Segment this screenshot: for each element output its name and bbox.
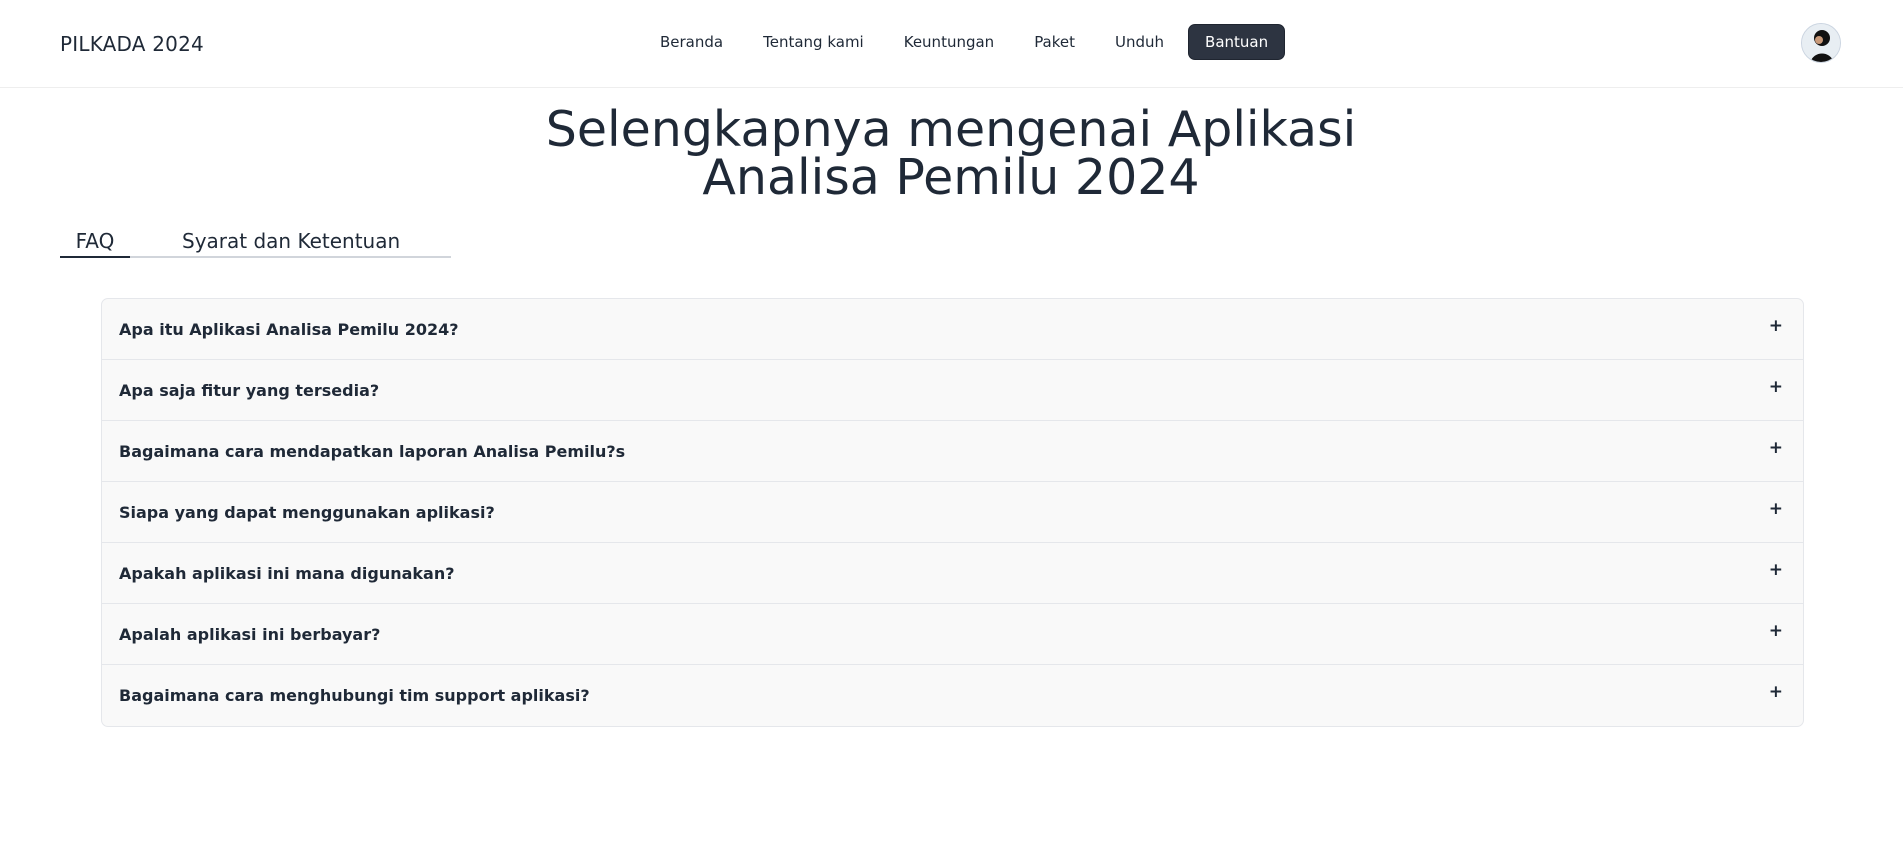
tab-syarat-dan-ketentuan[interactable]: Syarat dan Ketentuan	[182, 224, 400, 258]
nav-item-bantuan[interactable]: Bantuan	[1188, 24, 1286, 60]
page-title: Selengkapnya mengenai Aplikasi Analisa P…	[451, 105, 1451, 202]
plus-icon[interactable]: +	[1769, 684, 1783, 701]
plus-icon[interactable]: +	[1769, 622, 1783, 640]
faq-question: Apa itu Aplikasi Analisa Pemilu 2024?	[119, 319, 459, 339]
faq-item[interactable]: Apa saja fitur yang tersedia? +	[102, 360, 1803, 421]
tab-faq[interactable]: FAQ	[60, 224, 130, 258]
main-nav: Beranda Tentang kami Keuntungan Paket Un…	[644, 24, 1293, 60]
faq-question: Apa saja fitur yang tersedia?	[119, 380, 380, 400]
content-tabs: FAQ Syarat dan Ketentuan	[60, 224, 451, 258]
page-title-line-2: Analisa Pemilu 2024	[702, 149, 1200, 206]
faq-question: Apakah aplikasi ini mana digunakan?	[119, 563, 455, 583]
faq-item[interactable]: Apa itu Aplikasi Analisa Pemilu 2024? +	[102, 299, 1803, 360]
brand-logo-text[interactable]: PILKADA 2024	[60, 30, 204, 58]
navbar: PILKADA 2024 Beranda Tentang kami Keuntu…	[0, 0, 1903, 88]
faq-question: Bagaimana cara mendapatkan laporan Anali…	[119, 441, 626, 461]
faq-item[interactable]: Bagaimana cara menghubungi tim support a…	[102, 665, 1803, 726]
faq-question: Apalah aplikasi ini berbayar?	[119, 624, 381, 644]
avatar-image-icon	[1802, 24, 1840, 62]
nav-item-tentang-kami[interactable]: Tentang kami	[747, 24, 880, 60]
plus-icon[interactable]: +	[1769, 561, 1783, 579]
faq-item[interactable]: Apalah aplikasi ini berbayar? +	[102, 604, 1803, 665]
faq-item[interactable]: Bagaimana cara mendapatkan laporan Anali…	[102, 421, 1803, 482]
nav-item-beranda[interactable]: Beranda	[644, 24, 739, 60]
faq-question: Siapa yang dapat menggunakan aplikasi?	[119, 502, 495, 522]
plus-icon[interactable]: +	[1769, 317, 1783, 335]
faq-item[interactable]: Apakah aplikasi ini mana digunakan? +	[102, 543, 1803, 604]
user-avatar[interactable]	[1801, 23, 1841, 63]
nav-item-unduh[interactable]: Unduh	[1099, 24, 1180, 60]
faq-question: Bagaimana cara menghubungi tim support a…	[119, 686, 590, 705]
faq-accordion: Apa itu Aplikasi Analisa Pemilu 2024? + …	[101, 298, 1804, 727]
nav-item-keuntungan[interactable]: Keuntungan	[888, 24, 1010, 60]
plus-icon[interactable]: +	[1769, 439, 1783, 457]
faq-item[interactable]: Siapa yang dapat menggunakan aplikasi? +	[102, 482, 1803, 543]
plus-icon[interactable]: +	[1769, 500, 1783, 518]
plus-icon[interactable]: +	[1769, 378, 1783, 396]
nav-item-paket[interactable]: Paket	[1018, 24, 1091, 60]
